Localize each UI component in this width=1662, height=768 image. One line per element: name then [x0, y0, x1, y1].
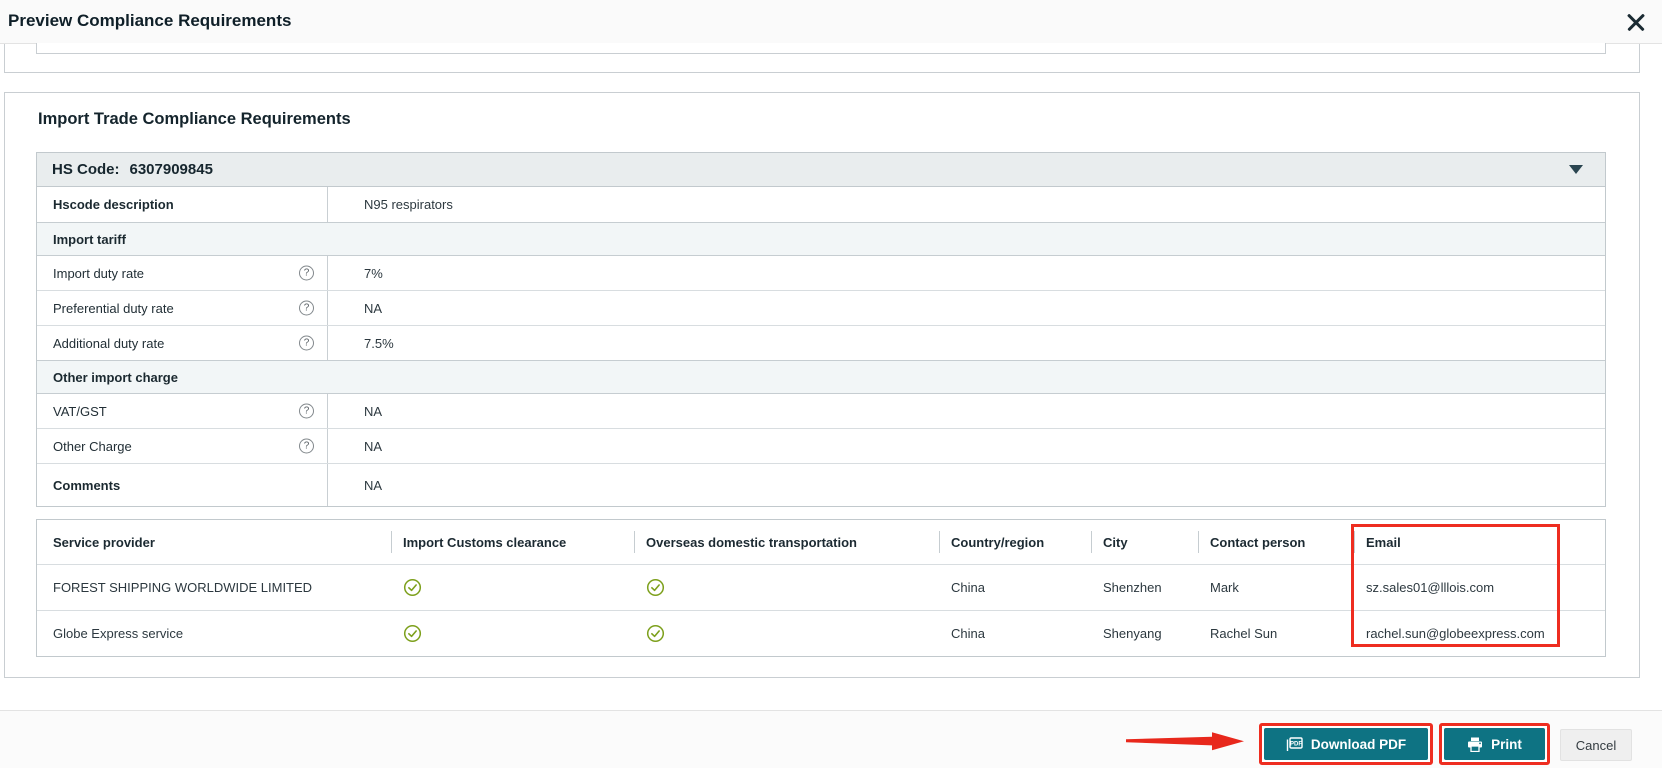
row-value: NA: [364, 403, 383, 419]
row-label: Other Charge: [53, 438, 132, 454]
table-row: Import duty rate ? 7%: [37, 256, 1605, 291]
column-header: Overseas domestic transportation: [634, 520, 939, 564]
hs-code-value: 6307909845: [129, 161, 213, 178]
table-row: Additional duty rate ? 7.5%: [37, 326, 1605, 361]
table-row: VAT/GST ? NA: [37, 394, 1605, 429]
hs-code-label: HS Code:: [52, 161, 120, 178]
download-pdf-label: Download PDF: [1310, 736, 1407, 752]
provider-city: Shenyang: [1103, 626, 1162, 641]
provider-name: FOREST SHIPPING WORLDWIDE LIMITED: [53, 580, 313, 595]
table-section-row: Import tariff: [37, 222, 1605, 256]
hs-code-table: HS Code: 6307909845 Hscode description N…: [36, 152, 1606, 507]
print-button[interactable]: Print: [1444, 728, 1545, 760]
table-row: Preferential duty rate ? NA: [37, 291, 1605, 326]
row-label: Import duty rate: [53, 265, 145, 281]
column-header: Service provider: [53, 534, 155, 550]
provider-name: Globe Express service: [53, 626, 184, 641]
preview-compliance-modal: { "modal": { "title": "Preview Complianc…: [0, 0, 1662, 768]
import-requirements-card: Import Trade Compliance Requirements HS …: [4, 92, 1640, 678]
column-header: Import Customs clearance: [391, 520, 634, 564]
row-value: 7.5%: [364, 335, 394, 351]
table-row: Other Charge ? NA: [37, 429, 1605, 464]
download-pdf-button[interactable]: PDF Download PDF: [1264, 728, 1428, 760]
section-title: Import Trade Compliance Requirements: [38, 110, 351, 128]
row-label: Preferential duty rate: [53, 300, 174, 316]
row-label: Additional duty rate: [53, 335, 165, 351]
provider-email: rachel.sun@globeexpress.com: [1366, 626, 1545, 641]
previous-section-card-partial: [4, 43, 1640, 73]
print-label: Print: [1491, 736, 1522, 752]
provider-contact: Mark: [1210, 580, 1239, 595]
help-icon[interactable]: ?: [299, 438, 314, 454]
print-highlight-annotation: Print: [1439, 723, 1550, 765]
table-row: Hscode description N95 respirators: [37, 187, 1605, 223]
table-section-row: Other import charge: [37, 360, 1605, 394]
table-header-row: Service provider Import Customs clearanc…: [37, 520, 1605, 564]
table-row: FOREST SHIPPING WORLDWIDE LIMITED China …: [37, 564, 1605, 610]
provider-country: China: [951, 580, 985, 595]
pdf-file-icon: PDF: [1286, 736, 1303, 751]
provider-email: sz.sales01@lllois.com: [1366, 580, 1495, 595]
column-header: Country/region: [939, 520, 1091, 564]
service-providers-table: Service provider Import Customs clearanc…: [36, 519, 1606, 657]
row-value: 7%: [364, 265, 383, 281]
help-icon[interactable]: ?: [299, 403, 314, 419]
download-pdf-highlight-annotation: PDF Download PDF: [1259, 723, 1433, 765]
cancel-button[interactable]: Cancel: [1560, 729, 1632, 761]
row-value: NA: [364, 300, 383, 316]
check-circle-icon: [403, 578, 422, 597]
modal-header: Preview Compliance Requirements: [0, 0, 1662, 44]
row-label: Comments: [37, 464, 328, 506]
row-value: NA: [364, 438, 383, 454]
table-row: Globe Express service China Shenyang Rac…: [37, 610, 1605, 656]
previous-table-fragment: [36, 43, 1606, 54]
modal-title: Preview Compliance Requirements: [8, 11, 292, 30]
help-icon[interactable]: ?: [299, 335, 314, 351]
table-row: Comments NA: [37, 464, 1605, 506]
printer-icon: [1468, 737, 1483, 752]
close-icon[interactable]: [1626, 12, 1646, 32]
column-header: City: [1091, 520, 1198, 564]
row-label: Hscode description: [37, 187, 328, 222]
row-label: VAT/GST: [53, 403, 107, 419]
help-icon[interactable]: ?: [299, 265, 314, 281]
check-circle-icon: [646, 624, 665, 643]
svg-text:PDF: PDF: [1290, 741, 1302, 747]
row-value: N95 respirators: [364, 197, 453, 212]
check-circle-icon: [403, 624, 422, 643]
chevron-down-icon[interactable]: [1569, 165, 1583, 174]
hs-code-accordion-header[interactable]: HS Code: 6307909845: [37, 153, 1605, 187]
provider-country: China: [951, 626, 985, 641]
column-header: Email: [1354, 520, 1605, 564]
provider-city: Shenzhen: [1103, 580, 1162, 595]
help-icon[interactable]: ?: [299, 300, 314, 316]
column-header: Contact person: [1198, 520, 1354, 564]
provider-contact: Rachel Sun: [1210, 626, 1278, 641]
check-circle-icon: [646, 578, 665, 597]
row-value: NA: [364, 477, 383, 493]
